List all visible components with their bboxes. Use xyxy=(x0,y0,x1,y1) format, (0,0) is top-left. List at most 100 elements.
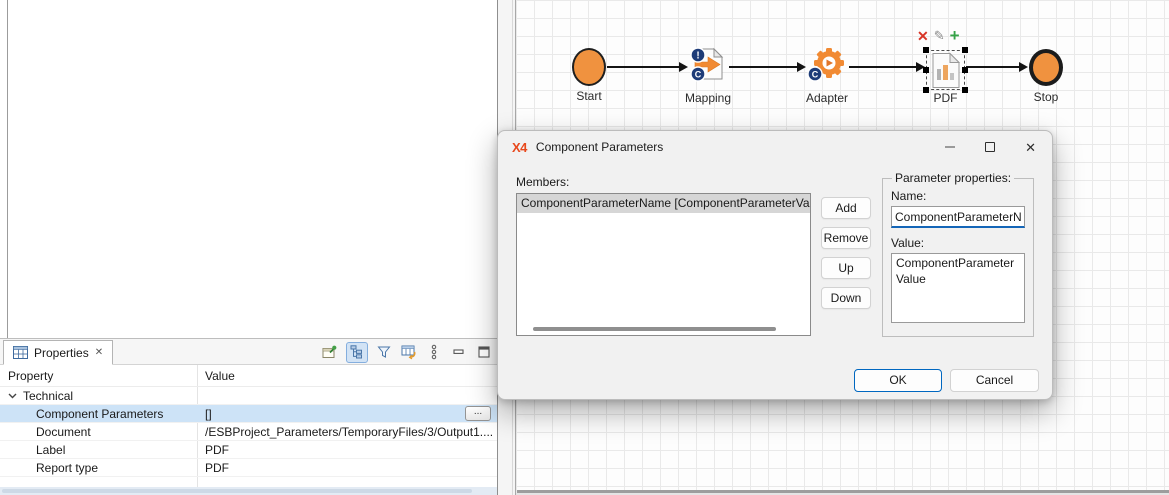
show-categories-button[interactable] xyxy=(346,342,368,363)
chevron-down-icon xyxy=(8,393,17,399)
column-header-value[interactable]: Value xyxy=(197,369,497,383)
connection-mapping-adapter[interactable] xyxy=(729,61,806,73)
name-label: Name: xyxy=(891,189,1025,203)
selection-handle[interactable] xyxy=(923,47,929,53)
connection-adapter-pdf[interactable] xyxy=(849,61,925,73)
category-row-technical[interactable]: Technical xyxy=(0,387,497,405)
property-name: Component Parameters xyxy=(0,407,197,421)
group-label: Parameter properties: xyxy=(892,171,1014,185)
properties-table: Property Value Technical Component Param… xyxy=(0,365,497,487)
add-button[interactable]: Add xyxy=(821,197,871,219)
tab-close-icon[interactable]: ✕ xyxy=(95,348,103,358)
column-header-property[interactable]: Property xyxy=(0,369,197,383)
property-value: PDF xyxy=(197,461,497,475)
name-input[interactable] xyxy=(891,206,1025,228)
members-label: Members: xyxy=(516,175,569,189)
connection-start-mapping[interactable] xyxy=(607,61,688,73)
remove-button[interactable]: Remove xyxy=(821,227,871,249)
ok-button[interactable]: OK xyxy=(854,369,942,392)
flow-node-start[interactable]: Start xyxy=(572,48,606,86)
minimize-view-button[interactable] xyxy=(450,343,468,361)
restore-default-button[interactable] xyxy=(400,343,418,361)
canvas-hscroll-thumb[interactable] xyxy=(517,490,1169,493)
property-row-report-type[interactable]: Report type PDF xyxy=(0,459,497,477)
workbench: Start ! C Mapping xyxy=(0,0,1169,495)
node-action-bar: ✕ ✎ + xyxy=(917,29,960,43)
pin-editor-button[interactable] xyxy=(321,343,339,361)
flow-node-stop[interactable]: Stop xyxy=(1029,49,1063,86)
arrow-line xyxy=(966,66,1022,68)
delete-icon[interactable]: ✕ xyxy=(917,29,929,43)
close-window-icon[interactable]: ✕ xyxy=(1025,141,1036,154)
flow-node-mapping[interactable]: ! C Mapping xyxy=(688,46,728,87)
flow-node-pdf[interactable] xyxy=(926,50,965,90)
component-parameters-dialog: X4 Component Parameters ✕ Members: Compo… xyxy=(497,130,1053,400)
editor-panel[interactable] xyxy=(0,0,498,340)
node-label: Stop xyxy=(1006,90,1086,104)
property-row-component-parameters[interactable]: Component Parameters [] ... xyxy=(0,405,497,423)
filter-button[interactable] xyxy=(375,343,393,361)
arrow-head-icon xyxy=(1019,62,1028,72)
connection-pdf-stop[interactable] xyxy=(966,61,1028,73)
down-button[interactable]: Down xyxy=(821,287,871,309)
arrow-line xyxy=(849,66,919,68)
maximize-view-button[interactable] xyxy=(475,343,493,361)
x4-logo-icon: X4 xyxy=(512,140,527,155)
property-row-document[interactable]: Document /ESBProject_Parameters/Temporar… xyxy=(0,423,497,441)
selection-handle[interactable] xyxy=(923,87,929,93)
property-value: /ESBProject_Parameters/TemporaryFiles/3/… xyxy=(197,425,497,439)
maximize-icon xyxy=(477,345,491,359)
property-value: [] xyxy=(197,407,497,421)
flow-node-adapter[interactable]: C Adapter xyxy=(805,44,849,91)
minimize-icon xyxy=(452,345,466,359)
up-button[interactable]: Up xyxy=(821,257,871,279)
filter-funnel-icon xyxy=(377,345,391,359)
adapter-gear-icon: C xyxy=(805,44,849,88)
node-label: Adapter xyxy=(787,91,867,105)
start-circle-icon xyxy=(572,48,606,86)
selection-handle[interactable] xyxy=(923,67,929,73)
svg-text:!: ! xyxy=(696,51,699,62)
properties-hscroll-thumb[interactable] xyxy=(2,489,472,493)
svg-text:C: C xyxy=(812,69,819,79)
stop-circle-icon xyxy=(1029,49,1063,86)
node-label: PDF xyxy=(906,91,986,105)
property-name: Label xyxy=(0,443,197,457)
maximize-window-icon[interactable] xyxy=(985,142,995,152)
selection-handle[interactable] xyxy=(962,47,968,53)
arrow-line xyxy=(607,66,682,68)
tree-icon xyxy=(350,345,364,359)
selection-handle[interactable] xyxy=(962,67,968,73)
open-editor-ellipsis-button[interactable]: ... xyxy=(465,406,491,421)
category-label: Technical xyxy=(23,389,73,403)
properties-hscroll-track[interactable] xyxy=(0,487,497,495)
selection-handle[interactable] xyxy=(962,87,968,93)
value-textarea[interactable]: ComponentParameterValue xyxy=(891,253,1025,323)
members-hscroll-thumb[interactable] xyxy=(533,327,776,331)
view-menu-button[interactable] xyxy=(425,343,443,361)
member-list-item-selected[interactable]: ComponentParameterName [ComponentParamet… xyxy=(517,194,810,213)
members-list[interactable]: ComponentParameterName [ComponentParamet… xyxy=(516,193,811,336)
editor-edge-divider xyxy=(7,0,8,340)
dialog-titlebar[interactable]: X4 Component Parameters ✕ xyxy=(498,131,1052,163)
svg-text:C: C xyxy=(695,69,702,79)
arrow-head-icon xyxy=(679,62,688,72)
pin-editor-icon xyxy=(322,344,338,360)
property-row-label[interactable]: Label PDF xyxy=(0,441,497,459)
add-icon[interactable]: + xyxy=(950,29,960,43)
cancel-button[interactable]: Cancel xyxy=(950,369,1039,392)
edit-pencil-icon[interactable]: ✎ xyxy=(934,29,945,43)
properties-toolbar xyxy=(321,339,493,365)
node-label: Start xyxy=(549,89,629,103)
view-menu-dots-icon xyxy=(430,344,438,360)
table-restore-icon xyxy=(401,344,417,360)
node-label: Mapping xyxy=(668,91,748,105)
window-controls: ✕ xyxy=(945,131,1036,163)
mapping-icon: ! C xyxy=(688,46,728,84)
tab-properties[interactable]: Properties ✕ xyxy=(3,340,113,365)
minimize-window-icon[interactable] xyxy=(945,146,955,148)
dialog-title: Component Parameters xyxy=(536,140,663,154)
tab-label: Properties xyxy=(34,346,89,360)
properties-tabbar: Properties ✕ xyxy=(0,339,497,365)
table-icon xyxy=(13,346,28,359)
